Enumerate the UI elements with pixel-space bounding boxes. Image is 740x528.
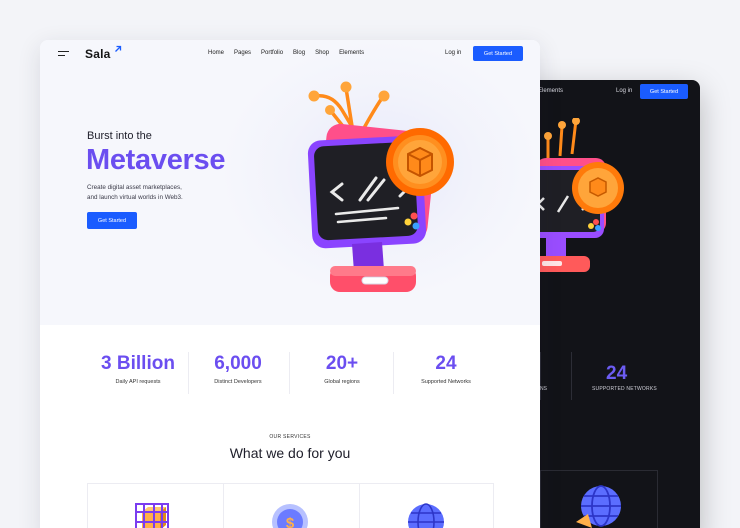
nav-get-started-button[interactable]: Get Started — [473, 46, 523, 61]
top-navigation: Sala Home Pages Portfolio Blog Shop Elem… — [40, 40, 540, 68]
service-card[interactable] — [88, 484, 223, 528]
stat-label: Supported Networks — [421, 379, 471, 385]
services-grid: $ — [87, 483, 494, 528]
stat-developers: 6,000 Distinct Developers — [186, 352, 290, 385]
stats-bar: 3 Billion Daily API requests 6,000 Disti… — [86, 352, 496, 402]
globe-icon — [576, 485, 621, 528]
hamburger-menu-icon[interactable] — [58, 51, 69, 58]
light-theme-preview: Sala Home Pages Portfolio Blog Shop Elem… — [40, 40, 540, 528]
globe-icon — [408, 503, 444, 528]
dark-stat-label: SUPPORTED NETWORKS — [592, 386, 657, 392]
services-kicker: OUR SERVICES — [269, 434, 311, 440]
nav-link-home[interactable]: Home — [208, 50, 224, 56]
nav-links: Home Pages Portfolio Blog Shop Elements — [208, 50, 364, 56]
nav-link-elements[interactable]: Elements — [339, 50, 364, 56]
logo[interactable]: Sala — [85, 47, 111, 61]
dark-metaverse-illustration — [536, 118, 624, 272]
arrow-up-right-icon — [115, 45, 122, 52]
stat-api-requests: 3 Billion Daily API requests — [86, 352, 190, 385]
metaverse-computer-illustration — [307, 81, 454, 292]
stat-value: 6,000 — [214, 353, 262, 374]
stat-label: Global regions — [324, 379, 360, 385]
login-link[interactable]: Log in — [445, 50, 461, 56]
stat-value: 24 — [435, 353, 457, 374]
stat-regions: 20+ Global regions — [290, 352, 394, 385]
nav-link-shop[interactable]: Shop — [315, 50, 329, 56]
stat-label: Distinct Developers — [214, 379, 262, 385]
nav-link-blog[interactable]: Blog — [293, 50, 305, 56]
hero-subtext-line: Create digital asset marketplaces, — [87, 184, 182, 191]
services-title: What we do for you — [229, 445, 351, 461]
svg-text:$: $ — [286, 515, 295, 528]
service-card[interactable]: $ — [223, 484, 358, 528]
dark-stat-label: NS — [540, 386, 547, 392]
hero-subtext: Create digital asset marketplaces, and l… — [87, 183, 237, 202]
hero-subtext-line: and launch virtual worlds in Web3. — [87, 193, 183, 201]
stat-value: 20+ — [325, 353, 359, 374]
coin-icon: $ — [272, 504, 308, 528]
dark-stat-divider — [540, 352, 541, 400]
hero-get-started-button[interactable]: Get Started — [87, 212, 137, 229]
nav-link-pages[interactable]: Pages — [234, 50, 251, 56]
service-card[interactable] — [359, 484, 494, 528]
dark-login-link[interactable]: Log in — [616, 88, 632, 94]
dark-stat-divider — [571, 352, 572, 400]
dark-nav-elements[interactable]: Elements — [538, 88, 563, 94]
stat-value: 3 Billion — [101, 353, 175, 374]
dark-stat-value: 24 — [606, 363, 628, 384]
nav-link-portfolio[interactable]: Portfolio — [261, 50, 283, 56]
hero-kicker: Burst into the — [87, 130, 152, 142]
dark-get-started-button[interactable]: Get Started — [640, 84, 688, 99]
cube-cage-icon — [135, 503, 169, 528]
hero-headline: Metaverse — [86, 144, 226, 176]
stat-networks: 24 Supported Networks — [394, 352, 498, 385]
stat-label: Daily API requests — [115, 379, 161, 385]
